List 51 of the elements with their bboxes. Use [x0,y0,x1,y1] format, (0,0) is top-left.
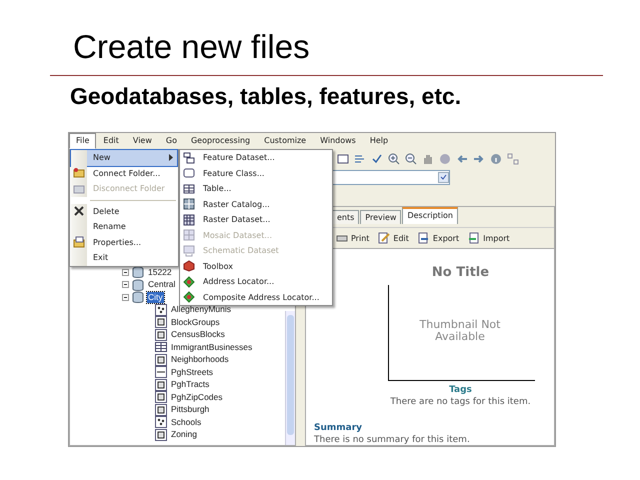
section-heading: Tags [448,385,473,395]
menu-bar-item[interactable]: File [69,133,96,149]
menu-item[interactable]: Composite Address Locator... [181,290,331,305]
menu-bar-item[interactable]: Edit [96,133,126,149]
menu-item[interactable]: Raster Dataset... [181,212,331,228]
tree-item[interactable]: PghTracts [170,379,210,390]
tree-item[interactable]: PghStreets [170,366,214,378]
summary-text: There is no summary for this item. [314,435,470,445]
thumbnail-note: Thumbnail Not Available [418,319,502,343]
menu-bar-item[interactable]: Go [158,133,184,149]
tree-item[interactable]: Zoning [170,429,198,440]
toolbar-button[interactable]: Print [336,232,370,244]
tree-item[interactable]: Central [147,279,176,290]
tab[interactable]: Description [402,207,458,224]
tree-item[interactable]: Schools [170,416,202,428]
menu-bar-item[interactable]: View [126,133,159,149]
menu-bar-item[interactable]: Help [362,133,396,149]
menu-item[interactable]: Feature Class... [181,166,331,181]
tree-item[interactable]: CensusBlocks [170,329,226,340]
menu-item[interactable]: Properties... [71,234,177,250]
tab[interactable]: ents [332,210,360,224]
menu-item[interactable]: Exit [71,250,177,266]
menu-item[interactable]: Feature Dataset... [181,150,331,166]
toolbar-button[interactable]: Import [468,232,510,244]
tree-item[interactable]: PghZipCodes [170,392,224,403]
tree-item[interactable]: ImmigrantBusinesses [170,342,254,353]
menu-bar-item[interactable]: Geoprocessing [184,133,258,149]
menu-item[interactable]: Toolbox [181,258,331,274]
menu-bar-item[interactable]: Windows [313,133,363,149]
tree-item[interactable]: Neighborhoods [170,354,230,366]
toolbar-button[interactable]: Edit [378,232,409,244]
slide-subtitle: Geodatabases, tables, features, etc. [70,82,462,110]
menu-item[interactable]: Address Locator... [181,274,331,290]
menu-item[interactable]: Delete [71,204,177,219]
tree-item[interactable]: 15222 [147,266,173,278]
item-title: No Title [430,265,490,280]
tags-text: There are no tags for this item. [389,397,532,407]
menu-bar-item[interactable]: Customize [257,133,314,149]
menu-item[interactable]: New [71,150,177,166]
tree-item[interactable]: AlleghenyMunis [170,304,232,316]
slide-title: Create new files [73,28,310,66]
tree-item[interactable]: BlockGroups [170,316,221,328]
tree-item[interactable]: City [147,292,164,303]
menu-item[interactable]: Table... [181,181,331,196]
menu-item[interactable]: Rename [71,219,177,234]
section-heading: Summary [314,423,362,433]
menu-item[interactable]: Connect Folder... [71,166,177,181]
toolbar-button[interactable]: Export [418,232,460,244]
menu-item[interactable]: Raster Catalog... [181,196,331,212]
tree-item[interactable]: Pittsburgh [170,404,210,416]
tab[interactable]: Preview [360,210,402,224]
